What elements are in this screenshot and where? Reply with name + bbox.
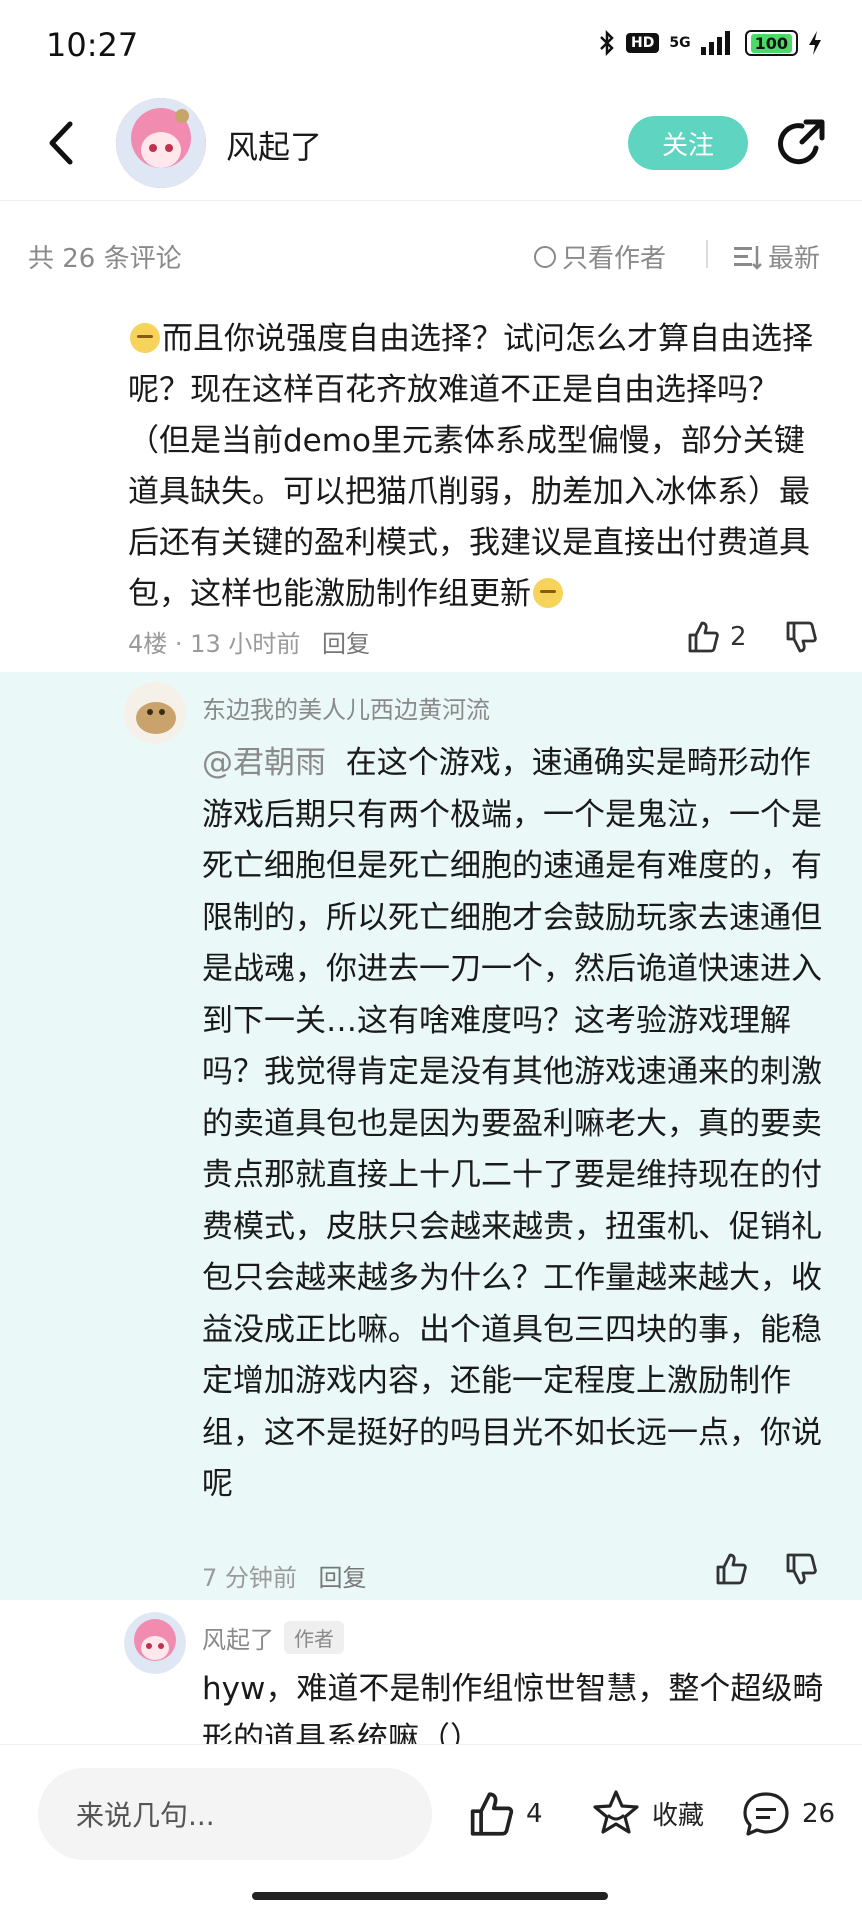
- thumb-up-icon: [716, 1553, 747, 1585]
- reply-username[interactable]: 东边我的美人儿西边黄河流: [202, 690, 490, 725]
- reply-body: 在这个游戏，速通确实是畸形动作游戏后期只有两个极端，一个是鬼泣，一个是死亡细胞但…: [202, 745, 822, 1502]
- sort-icon: [734, 245, 762, 270]
- smirk-emoji-icon: [533, 578, 563, 608]
- reply-header: 风起了 作者: [202, 1620, 344, 1655]
- like-button[interactable]: 2: [686, 620, 747, 654]
- mention-link[interactable]: @君朝雨: [202, 745, 326, 781]
- like-count: 2: [730, 622, 747, 652]
- post-like-count: 4: [526, 1799, 543, 1829]
- comment-total: 26: [802, 1799, 836, 1829]
- share-icon: [778, 119, 825, 165]
- home-indicator[interactable]: [252, 1892, 608, 1900]
- like-button[interactable]: [714, 1552, 748, 1586]
- back-button[interactable]: [42, 118, 82, 168]
- dislike-button[interactable]: [784, 1552, 818, 1586]
- comment-icon: [743, 1792, 789, 1836]
- comment-input[interactable]: 来说几句...: [38, 1768, 432, 1860]
- comment-time: 13 小时前: [190, 630, 301, 658]
- sort-toggle[interactable]: 最新: [734, 238, 820, 275]
- comments-button[interactable]: 26: [740, 1790, 835, 1838]
- comment-meta: 4楼 · 13 小时前 回复: [128, 630, 370, 658]
- favorite-button[interactable]: 收藏: [590, 1788, 704, 1838]
- avatar-image: [124, 682, 186, 744]
- avatar-image: [116, 98, 206, 188]
- battery-level: 100: [750, 33, 792, 53]
- author-only-label: 只看作者: [562, 244, 667, 274]
- signal-icon: [700, 31, 730, 55]
- comment-body: 而且你说强度自由选择？试问怎么才算自由选择呢？现在这样百花齐放难道不正是自由选择…: [128, 321, 813, 612]
- smirk-emoji-icon: [130, 323, 160, 353]
- follow-button[interactable]: 关注: [628, 116, 748, 170]
- network-label: 5G: [669, 35, 691, 51]
- battery-indicator: 100: [744, 30, 798, 56]
- status-time: 10:27: [46, 26, 139, 64]
- avatar-image: [124, 1612, 186, 1674]
- star-icon: [593, 1790, 639, 1834]
- bluetooth-icon: [600, 30, 614, 56]
- comment-count: 共 26 条评论: [28, 244, 182, 274]
- header-username[interactable]: 风起了: [226, 122, 322, 168]
- author-badge: 作者: [284, 1621, 344, 1654]
- reply-username[interactable]: 风起了: [202, 1620, 274, 1655]
- filter-separator: [706, 240, 708, 268]
- avatar[interactable]: [116, 98, 206, 188]
- author-only-toggle[interactable]: 只看作者: [534, 238, 666, 275]
- avatar[interactable]: [124, 682, 186, 744]
- sort-label: 最新: [768, 244, 821, 274]
- reply-meta: 7 分钟前 回复: [202, 1558, 367, 1593]
- charging-icon: [809, 31, 821, 55]
- favorite-label: 收藏: [652, 1800, 705, 1831]
- thumb-up-icon: [470, 1792, 514, 1836]
- back-icon: [49, 121, 73, 165]
- status-icons: HD 5G 100: [598, 30, 822, 56]
- thumb-up-icon: [688, 621, 719, 653]
- comment-text: 而且你说强度自由选择？试问怎么才算自由选择呢？现在这样百花齐放难道不正是自由选择…: [128, 314, 828, 620]
- radio-icon: [534, 245, 556, 268]
- reply-button[interactable]: 回复: [322, 630, 370, 658]
- thumb-down-icon: [786, 621, 817, 653]
- floor-label: 4楼: [128, 630, 168, 658]
- header-divider: [0, 200, 862, 201]
- avatar[interactable]: [124, 1612, 186, 1674]
- like-post-button[interactable]: 4: [466, 1790, 543, 1838]
- dislike-button[interactable]: [784, 620, 818, 654]
- reply-time: 7 分钟前: [202, 1564, 297, 1592]
- share-button[interactable]: [776, 118, 828, 170]
- hd-badge: HD: [626, 33, 660, 53]
- thumb-down-icon: [786, 1553, 817, 1585]
- reply-button[interactable]: 回复: [319, 1564, 367, 1592]
- reply-text: @君朝雨 在这个游戏，速通确实是畸形动作游戏后期只有两个极端，一个是鬼泣，一个是…: [202, 738, 822, 1511]
